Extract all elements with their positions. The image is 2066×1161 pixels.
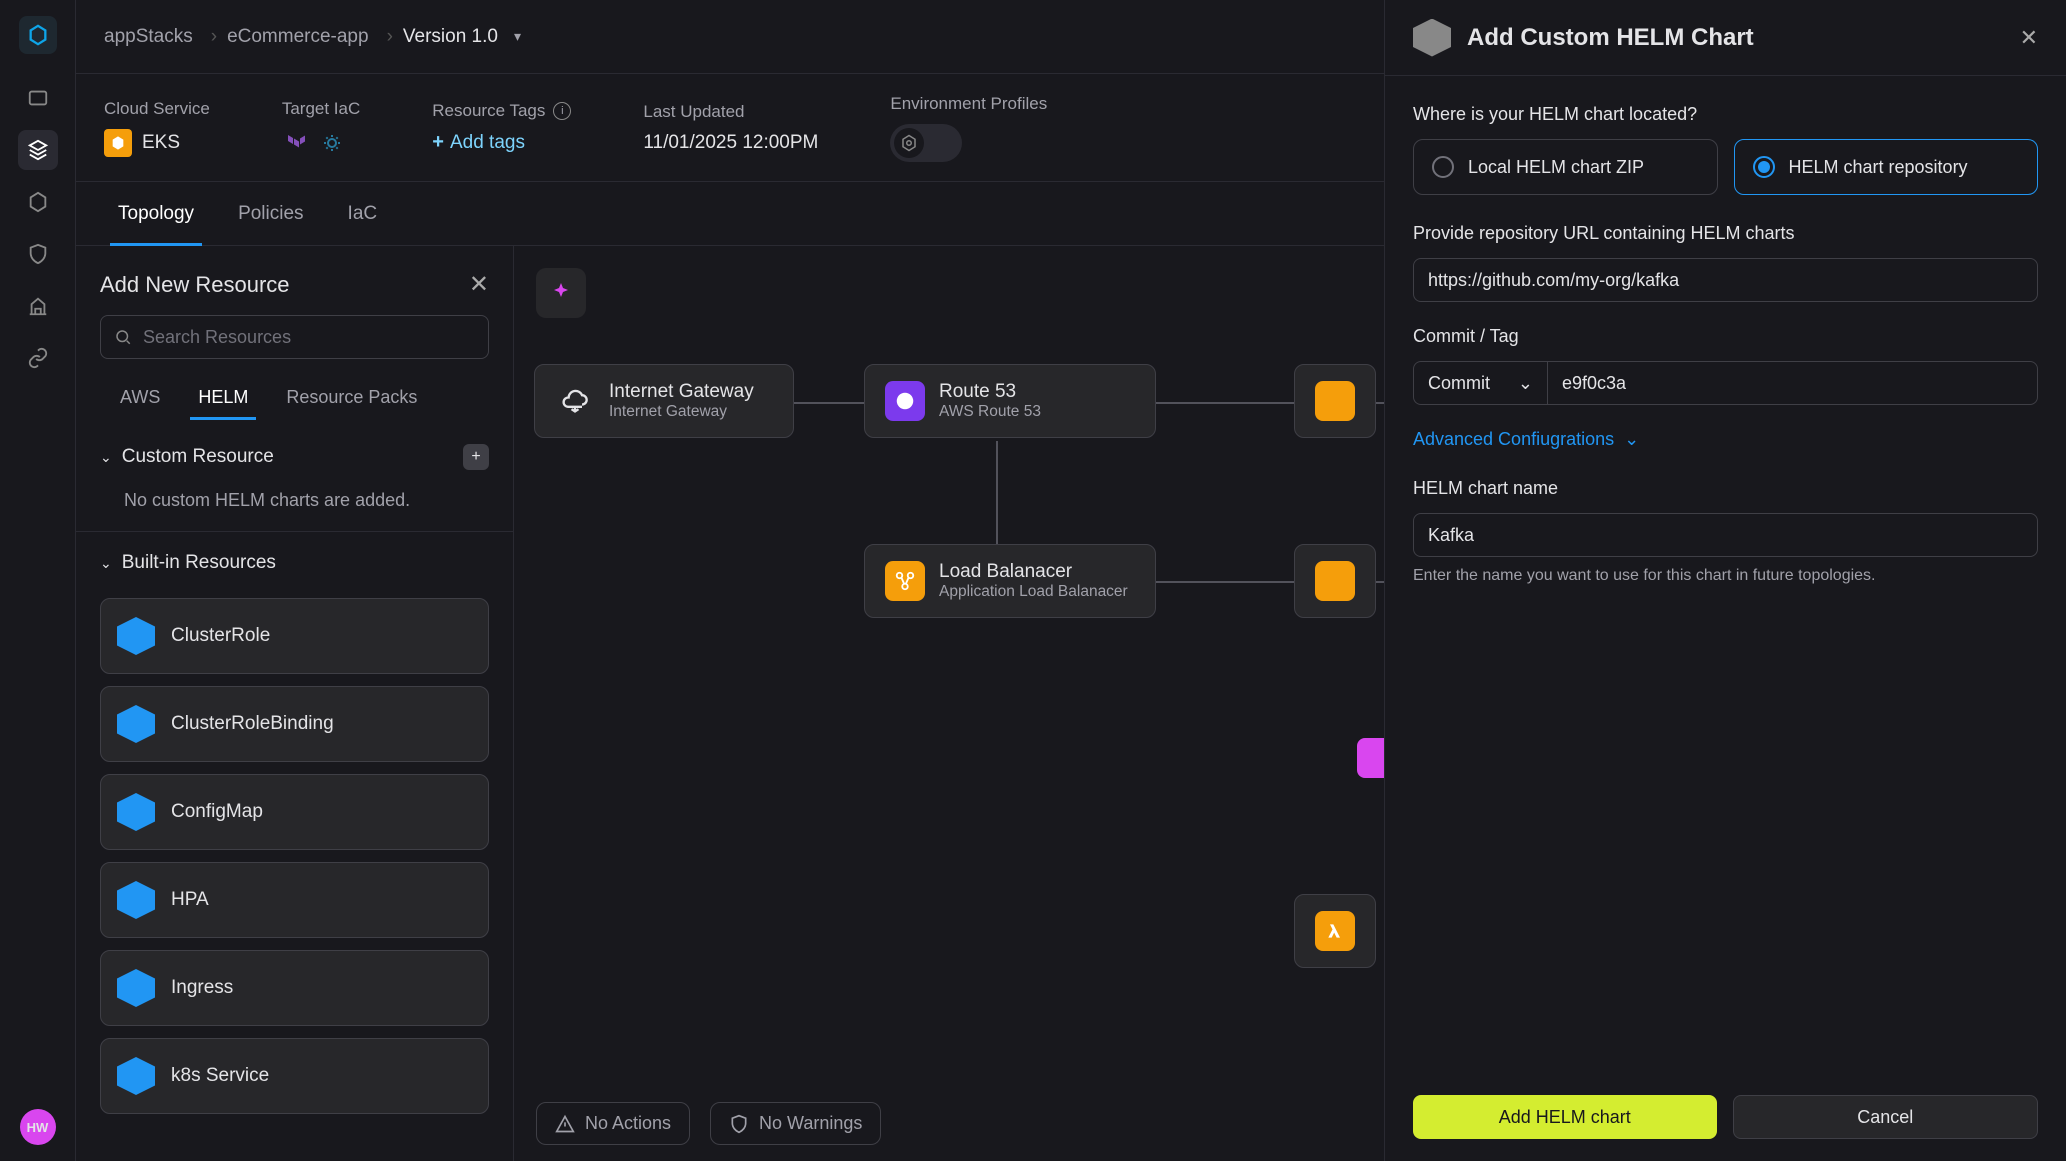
node-partial-2[interactable]	[1294, 544, 1376, 618]
shield-icon	[729, 1114, 749, 1134]
nav-hex-icon[interactable]	[18, 182, 58, 222]
plus-icon: +	[432, 131, 444, 154]
chart-name-label: HELM chart name	[1413, 478, 2038, 499]
subtab-packs[interactable]: Resource Packs	[270, 375, 433, 420]
nav-screens-icon[interactable]	[18, 78, 58, 118]
chevron-down-icon: ⌄	[1518, 373, 1533, 394]
search-icon	[114, 328, 132, 346]
cancel-button[interactable]: Cancel	[1733, 1095, 2039, 1139]
chevron-down-icon: ⌄	[1624, 429, 1639, 450]
helm-icon	[318, 129, 346, 157]
resource-k8s-service[interactable]: k8s Service	[100, 1038, 489, 1114]
last-updated-value: 11/01/2025 12:00PM	[643, 132, 818, 154]
target-iac-label: Target IaC	[282, 99, 360, 119]
search-input[interactable]	[100, 315, 489, 359]
chart-name-help: Enter the name you want to use for this …	[1413, 567, 2038, 585]
panel-title: Add New Resource	[100, 272, 290, 298]
actions-status[interactable]: No Actions	[536, 1102, 690, 1145]
aws-icon	[1315, 381, 1355, 421]
node-load-balancer[interactable]: Load Balanacer Application Load Balanace…	[864, 544, 1156, 618]
hex-icon	[117, 881, 155, 919]
nav-stacks-icon[interactable]	[18, 130, 58, 170]
tab-policies[interactable]: Policies	[220, 183, 321, 245]
resource-configmap[interactable]: ConfigMap	[100, 774, 489, 850]
eks-icon	[104, 129, 132, 157]
commit-tag-select[interactable]: Commit ⌄	[1413, 361, 1547, 405]
close-icon[interactable]: ✕	[469, 270, 489, 299]
cloud-service-label: Cloud Service	[104, 99, 210, 119]
route53-icon	[885, 381, 925, 421]
info-icon[interactable]: i	[553, 102, 571, 120]
advanced-configurations-toggle[interactable]: Advanced Confiugrations ⌄	[1413, 429, 2038, 450]
add-helm-chart-button[interactable]: Add HELM chart	[1413, 1095, 1717, 1139]
hex-icon	[117, 793, 155, 831]
icon-rail: HW	[0, 0, 76, 1161]
ai-assist-button[interactable]	[536, 268, 586, 318]
avatar[interactable]: HW	[20, 1109, 56, 1145]
node-partial-4[interactable]	[1294, 894, 1376, 968]
cloud-service-value: EKS	[142, 132, 180, 154]
add-custom-resource-button[interactable]: +	[463, 444, 489, 470]
location-label: Where is your HELM chart located?	[1413, 104, 2038, 125]
add-tags-button[interactable]: + Add tags	[432, 131, 571, 154]
node-route53[interactable]: Route 53 AWS Route 53	[864, 364, 1156, 438]
nav-shield-icon[interactable]	[18, 234, 58, 274]
hex-icon	[117, 617, 155, 655]
breadcrumb-app[interactable]: eCommerce-app	[227, 26, 369, 48]
radio-icon	[1432, 156, 1454, 178]
hex-icon	[117, 705, 155, 743]
subtab-helm[interactable]: HELM	[182, 375, 264, 420]
resource-panel: Add New Resource ✕ AWS HELM Resource Pac…	[76, 246, 514, 1161]
repo-url-label: Provide repository URL containing HELM c…	[1413, 223, 2038, 244]
warnings-status[interactable]: No Warnings	[710, 1102, 881, 1145]
resource-tags-label: Resource Tags i	[432, 101, 571, 121]
lambda-icon	[1315, 911, 1355, 951]
subtab-aws[interactable]: AWS	[104, 375, 176, 420]
panel-title: Add Custom HELM Chart	[1467, 24, 1754, 52]
cloud-icon	[555, 381, 595, 421]
resource-ingress[interactable]: Ingress	[100, 950, 489, 1026]
hex-icon	[117, 969, 155, 1007]
repo-url-input[interactable]	[1413, 258, 2038, 302]
chart-name-input[interactable]	[1413, 513, 2038, 557]
chevron-right-icon: ›	[211, 26, 217, 48]
chevron-down-icon: ⌄	[100, 449, 112, 466]
hex-icon	[117, 1057, 155, 1095]
option-local-zip[interactable]: Local HELM chart ZIP	[1413, 139, 1718, 195]
breadcrumb-version[interactable]: Version 1.0	[403, 26, 498, 48]
radio-icon	[1753, 156, 1775, 178]
resource-clusterrolebinding[interactable]: ClusterRoleBinding	[100, 686, 489, 762]
custom-empty-text: No custom HELM charts are added.	[76, 482, 513, 531]
env-profiles-toggle[interactable]	[890, 124, 962, 162]
resource-hpa[interactable]: HPA	[100, 862, 489, 938]
load-balancer-icon	[885, 561, 925, 601]
hex-icon	[1413, 19, 1451, 57]
node-internet-gateway[interactable]: Internet Gateway Internet Gateway	[534, 364, 794, 438]
resource-clusterrole[interactable]: ClusterRole	[100, 598, 489, 674]
node-partial-1[interactable]	[1294, 364, 1376, 438]
commit-tag-label: Commit / Tag	[1413, 326, 2038, 347]
tab-iac[interactable]: IaC	[330, 183, 396, 245]
option-repository[interactable]: HELM chart repository	[1734, 139, 2039, 195]
chevron-right-icon: ›	[387, 26, 393, 48]
logo[interactable]	[19, 16, 57, 54]
builtin-resource-section[interactable]: ⌄ Built-in Resources	[76, 532, 513, 586]
env-profiles-label: Environment Profiles	[890, 94, 1047, 114]
custom-resource-section[interactable]: ⌄ Custom Resource +	[76, 424, 513, 482]
terraform-icon	[282, 129, 310, 157]
chevron-down-icon[interactable]: ▾	[514, 28, 521, 45]
chevron-down-icon: ⌄	[100, 555, 112, 572]
last-updated-label: Last Updated	[643, 102, 818, 122]
aws-icon	[1315, 561, 1355, 601]
commit-value-input[interactable]	[1547, 361, 2038, 405]
breadcrumb-root[interactable]: appStacks	[104, 26, 193, 48]
add-helm-chart-panel: Add Custom HELM Chart ✕ Where is your HE…	[1384, 0, 2066, 1161]
nav-link-icon[interactable]	[18, 338, 58, 378]
nav-governance-icon[interactable]	[18, 286, 58, 326]
tab-topology[interactable]: Topology	[100, 183, 212, 245]
warning-icon	[555, 1114, 575, 1134]
close-icon[interactable]: ✕	[2020, 25, 2038, 51]
